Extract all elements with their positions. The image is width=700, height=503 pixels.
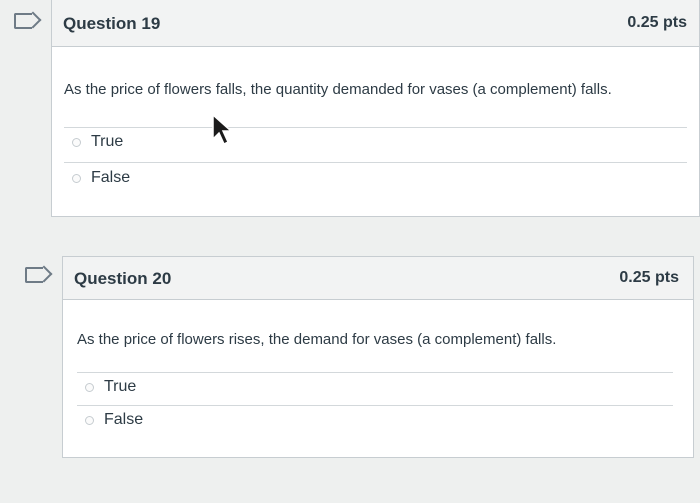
radio-button-icon[interactable] (72, 137, 81, 147)
question-title: Question 19 (63, 14, 161, 33)
answer-divider (64, 127, 687, 128)
answer-label: True (104, 378, 137, 395)
question-text: As the price of flowers falls, the quant… (64, 81, 612, 98)
radio-button-icon[interactable] (85, 415, 94, 425)
answer-label: False (91, 169, 131, 186)
answer-divider (77, 372, 673, 373)
answer-label: True (91, 133, 124, 150)
radio-button-icon[interactable] (72, 173, 81, 183)
flag-icon[interactable] (14, 13, 32, 29)
question-title: Question 20 (74, 269, 172, 288)
answer-option-false[interactable]: False (85, 411, 143, 429)
question-19-header: Question 19 0.25 pts (52, 0, 699, 47)
answer-option-false[interactable]: False (72, 169, 130, 187)
question-points: 0.25 pts (627, 14, 687, 31)
flag-icon[interactable] (25, 267, 43, 283)
question-20-header: Question 20 0.25 pts (63, 257, 693, 300)
question-20-card: Question 20 0.25 pts As the price of flo… (62, 256, 694, 458)
question-points: 0.25 pts (619, 269, 679, 286)
answer-option-true[interactable]: True (85, 378, 136, 396)
question-text: As the price of flowers rises, the deman… (77, 331, 557, 348)
radio-button-icon[interactable] (85, 382, 94, 392)
mouse-pointer-icon (212, 113, 233, 146)
question-19-card: Question 19 0.25 pts As the price of flo… (51, 0, 700, 217)
answer-divider (77, 405, 673, 406)
answer-divider (64, 162, 687, 163)
answer-label: False (104, 411, 144, 428)
answer-option-true[interactable]: True (72, 133, 123, 151)
